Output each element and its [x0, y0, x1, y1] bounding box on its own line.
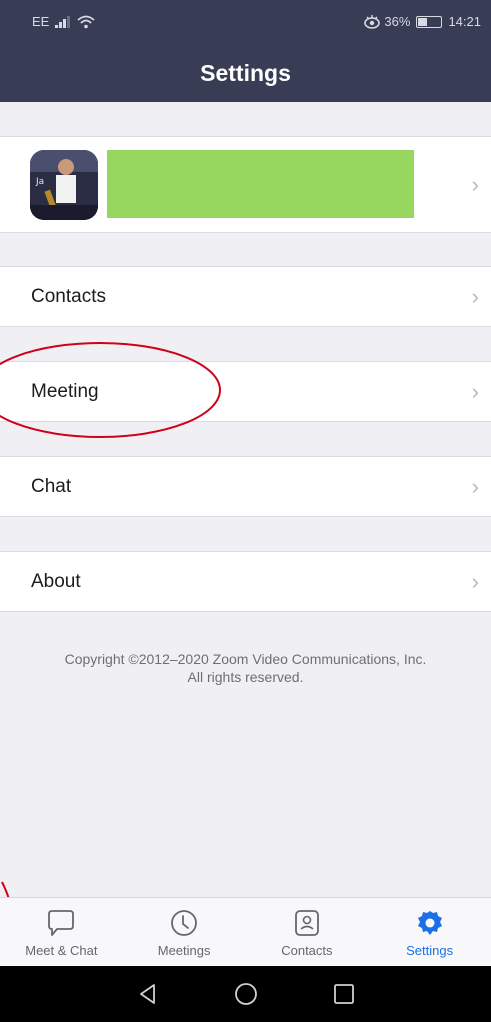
profile-row[interactable]: Ja › [0, 136, 491, 233]
recents-square-icon[interactable] [331, 981, 357, 1007]
profile-name [107, 150, 414, 218]
gear-icon [417, 911, 442, 935]
chevron-right-icon: › [471, 473, 479, 499]
status-bar: EE 36% 14:21 [0, 0, 491, 44]
tab-label: Contacts [281, 943, 333, 958]
tab-settings[interactable]: Settings [368, 898, 491, 966]
tab-label: Meet & Chat [25, 943, 98, 958]
menu-item-label: Chat [31, 475, 72, 497]
home-circle-icon[interactable] [233, 981, 259, 1007]
menu-item-chat[interactable]: Chat › [0, 456, 491, 517]
chevron-right-icon: › [471, 283, 479, 309]
tab-bar: Meet & Chat Meetings Contacts Settings [0, 897, 491, 966]
copyright-line: All rights reserved. [187, 669, 304, 685]
menu-item-meeting[interactable]: Meeting › [0, 361, 491, 422]
avatar: Ja [30, 150, 98, 220]
tab-meetings[interactable]: Meetings [123, 898, 246, 966]
status-right: 36% 14:21 [364, 14, 481, 29]
clock-icon [171, 910, 198, 936]
status-time: 14:21 [448, 14, 481, 29]
carrier-label: EE [32, 14, 50, 29]
tab-meet-chat[interactable]: Meet & Chat [0, 898, 123, 966]
chevron-right-icon: › [471, 171, 479, 197]
back-triangle-icon[interactable] [135, 981, 161, 1007]
menu-item-contacts[interactable]: Contacts › [0, 266, 491, 327]
wifi-icon [77, 15, 95, 28]
battery-icon [416, 15, 443, 28]
chat-bubble-icon [48, 910, 75, 936]
menu-item-label: Contacts [31, 285, 106, 307]
eye-comfort-icon [364, 14, 381, 29]
signal-icon [55, 15, 71, 28]
menu-item-label: About [31, 570, 81, 592]
tab-contacts[interactable]: Contacts [246, 898, 369, 966]
tab-label: Meetings [157, 943, 211, 958]
status-left: EE [32, 14, 95, 29]
chevron-right-icon: › [471, 378, 479, 404]
battery-percent: 36% [384, 14, 411, 29]
page-title: Settings [200, 59, 291, 86]
contact-card-icon [294, 910, 319, 936]
copyright-text: Copyright ©2012–2020 Zoom Video Communic… [20, 650, 471, 686]
copyright-line: Copyright ©2012–2020 Zoom Video Communic… [64, 651, 427, 667]
svg-text:Ja: Ja [35, 177, 44, 187]
menu-item-about[interactable]: About › [0, 551, 491, 612]
tab-label: Settings [406, 943, 454, 958]
header: Settings [0, 44, 491, 102]
chevron-right-icon: › [471, 568, 479, 594]
system-nav-bar [0, 966, 491, 1022]
menu-item-label: Meeting [31, 380, 99, 402]
